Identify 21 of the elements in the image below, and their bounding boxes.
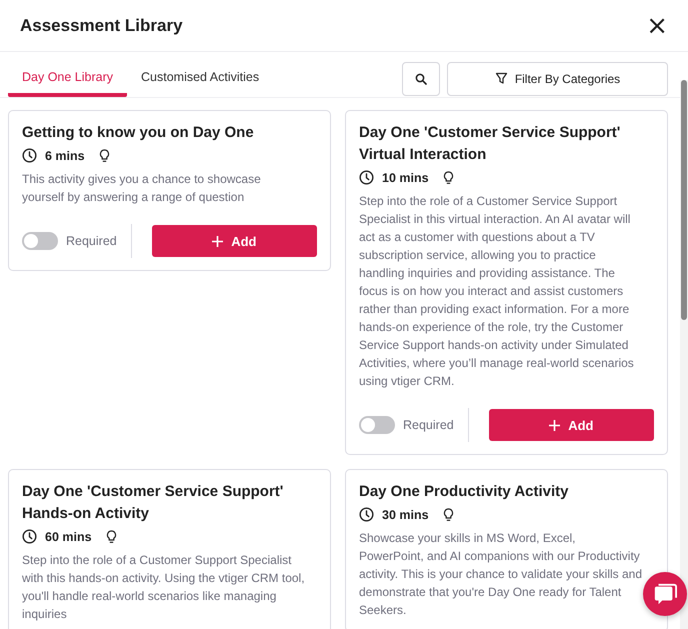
duration: 6 mins: [45, 148, 85, 162]
tab[interactable]: Customised Activities: [127, 60, 274, 97]
add-button[interactable]: Add: [488, 409, 654, 441]
filter-button[interactable]: Filter By Categories: [447, 62, 668, 96]
tab[interactable]: Day One Library: [8, 60, 128, 97]
duration: 10 mins: [382, 170, 429, 184]
duration: 30 mins: [382, 508, 429, 522]
card-title: Day One Productivity Activity: [359, 482, 570, 502]
close-button[interactable]: ×: [646, 12, 668, 38]
card-description: Step into the role of a Customer Service Support Specialist in this virtual interaction. An AI avatar will act as a customer with questions about a TV subscription service, allowing you to practice handling inquiries and providing assistance. The focus is on how you interact and assist customers rather than providing exact information. For a more hands-on experience of the role, try the Customer Service Support hands-on activity under Simulated Activities, where you’ll manage real-world scenarios using vtiger CRM.: [359, 193, 635, 390]
card-description: Showcase your skills in MS Word, Excel, PowerPoint, and AI companions with our Productivity activity. This is your chance to validate your skills and demonstrate that you're Day One ready for Talent Seekers.: [359, 530, 644, 619]
card-description: This activity gives you a chance to showcase yourself by answering a range of question: [22, 171, 262, 206]
card-description: Step into the role of a Customer Support Specialist with this hands-on activity. Using the vtiger CRM tool, you'll handle real-world scenarios like managing inquiries: [22, 552, 306, 623]
add-button[interactable]: Add: [152, 225, 317, 257]
card-title: Day One 'Customer Service Support' Virtual Interaction: [359, 123, 622, 165]
card-title: Getting to know you on Day One: [22, 123, 255, 143]
duration: 60 mins: [45, 530, 92, 544]
required-label: Required: [66, 234, 117, 248]
card-title: Day One 'Customer Service Support' Hands-on Activity: [22, 482, 284, 524]
required-label: Required: [403, 418, 454, 432]
window-title: Assessment Library: [20, 16, 183, 36]
